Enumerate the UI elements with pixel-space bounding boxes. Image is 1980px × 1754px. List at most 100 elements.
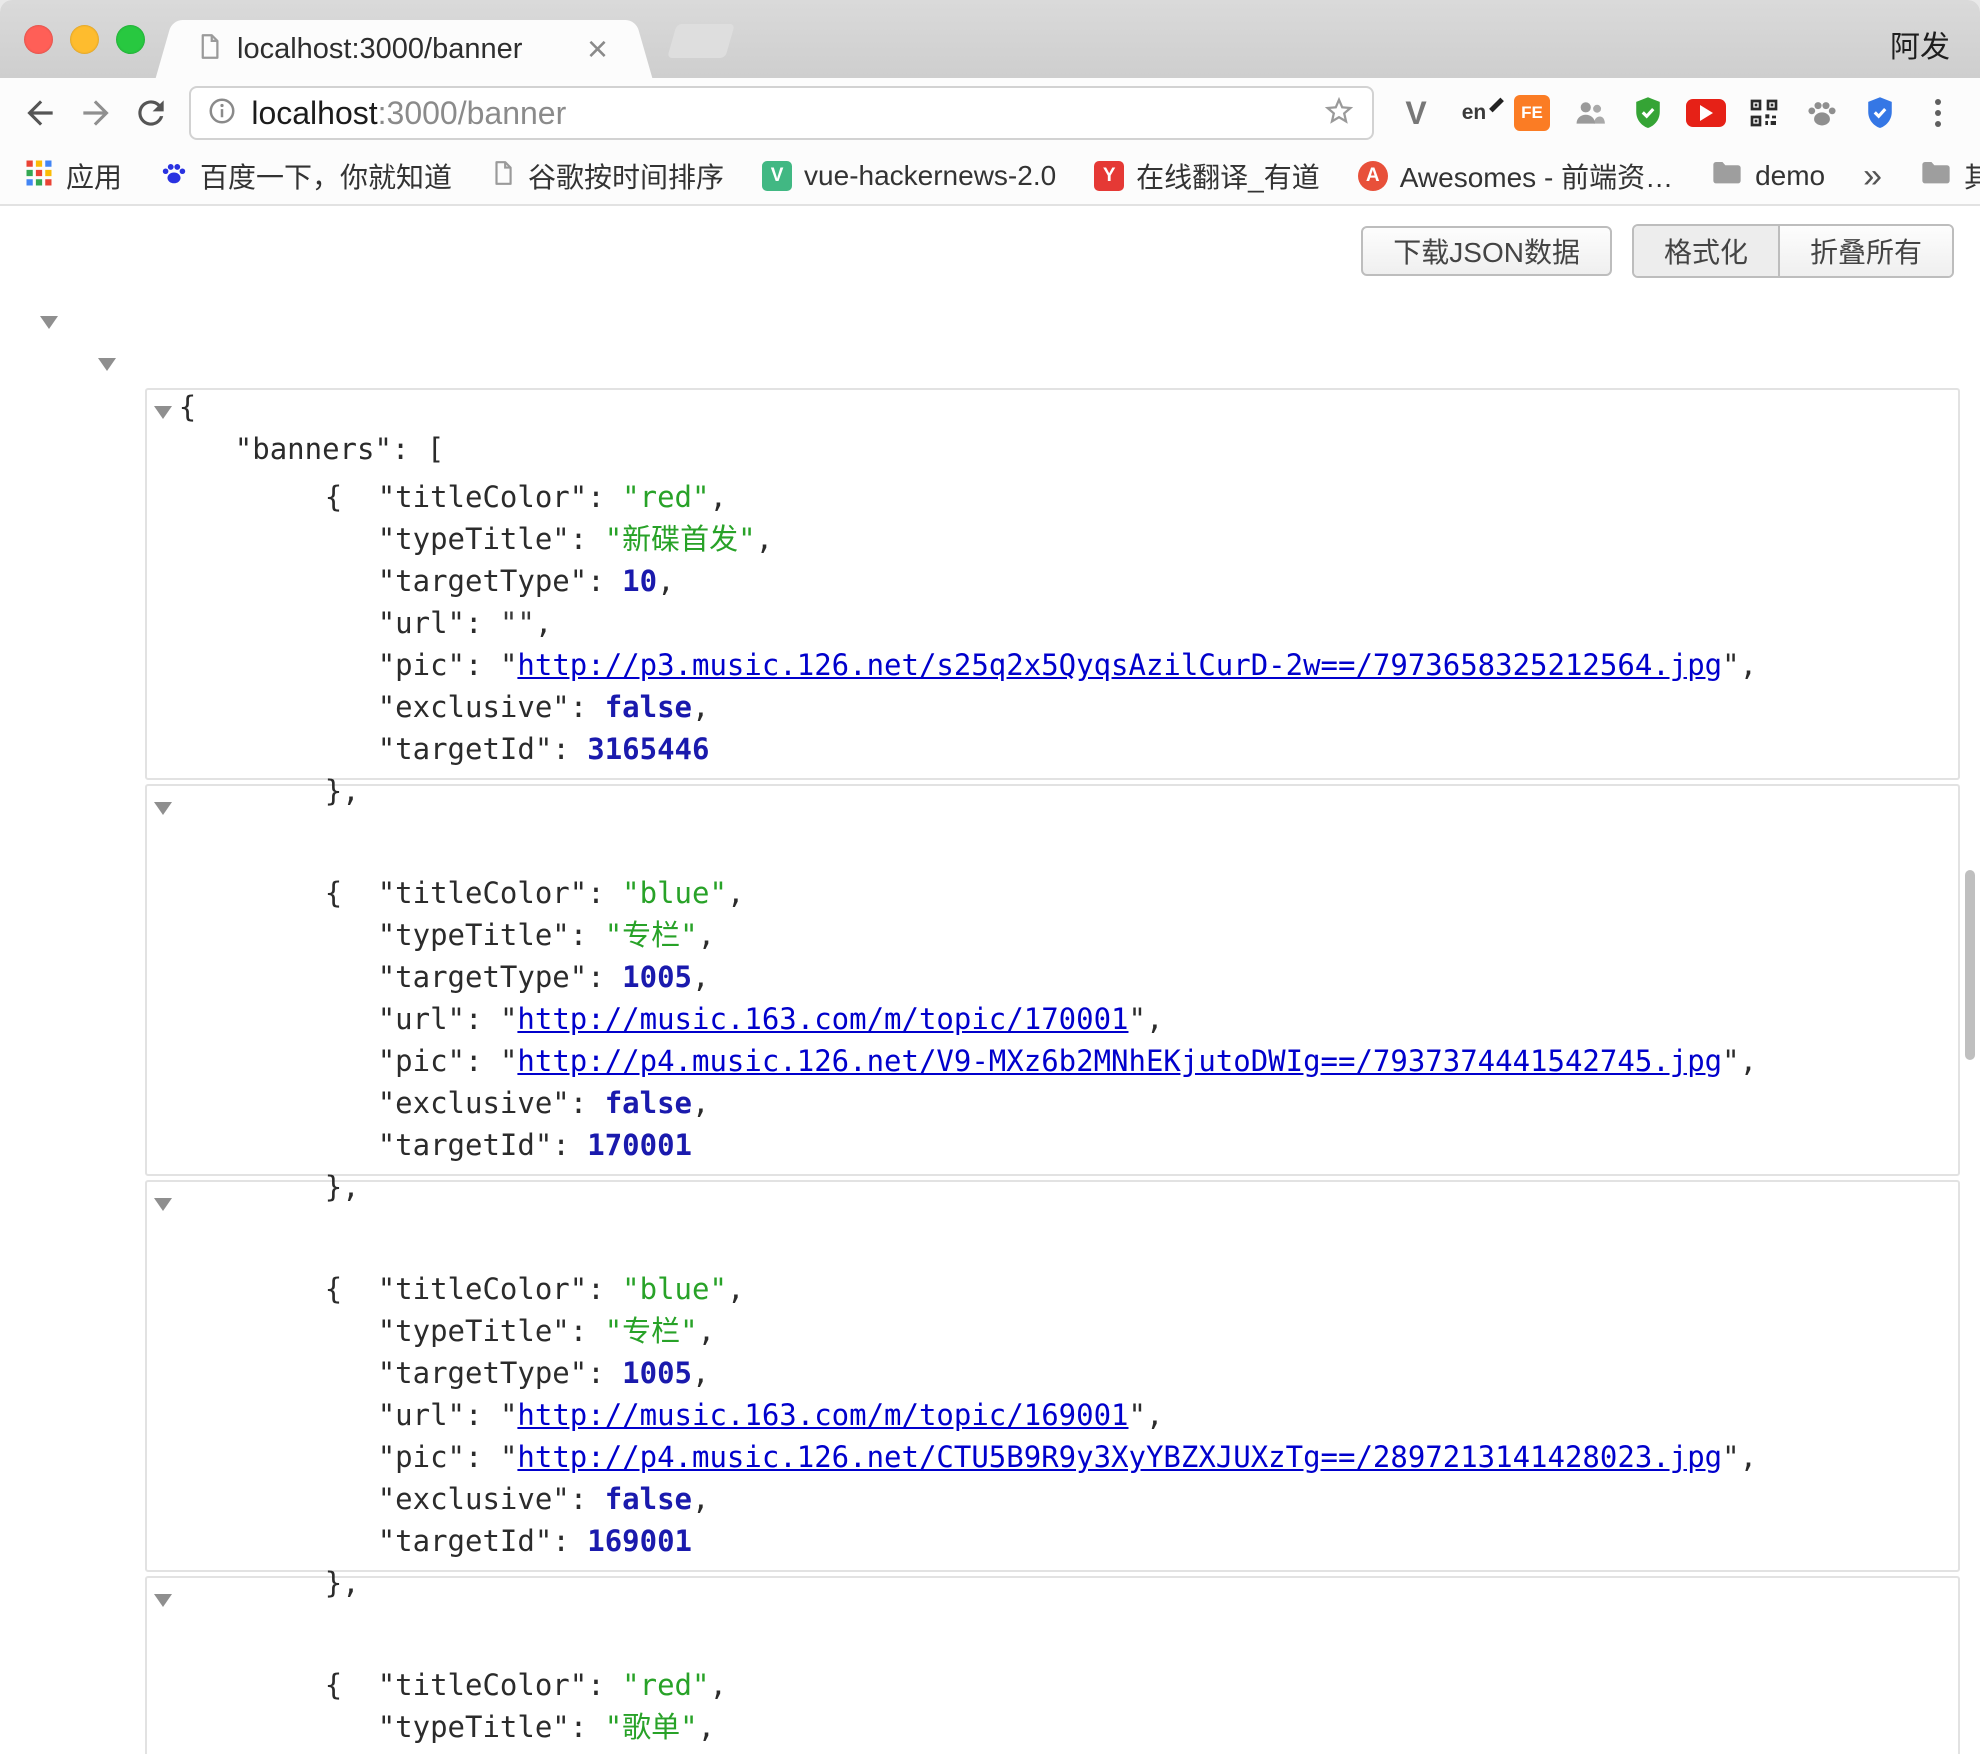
json-property-row: urlhttp://music.163.com/m/topic/170001 [147, 956, 1958, 998]
json-object-box: { titleColorblue typeTitle专栏 targetType1… [145, 1180, 1960, 1572]
json-property-row: targetType10 [147, 518, 1958, 560]
json-object-box: { titleColorblue typeTitle专栏 targetType1… [145, 784, 1960, 1176]
json-object-close-row: }, [147, 1124, 1958, 1166]
collapse-toggle-icon[interactable] [40, 316, 58, 329]
forward-icon[interactable] [72, 89, 120, 137]
json-property-row: pichttp://p4.music.126.net/CTU5B9R9y3XyY… [147, 1394, 1958, 1436]
json-property-row: titleColorred [147, 1622, 1958, 1664]
other-bookmarks-button[interactable]: 其他书签 [1920, 156, 1980, 196]
awesomes-icon: A [1358, 161, 1388, 191]
bookmark-awesomes[interactable]: A Awesomes - 前端资… [1358, 156, 1673, 196]
people-icon[interactable] [1564, 87, 1616, 139]
json-property-row: exclusivefalse [147, 1040, 1958, 1082]
qrcode-icon[interactable] [1738, 87, 1790, 139]
reload-icon[interactable] [128, 89, 176, 137]
fehelper-icon[interactable]: FE [1506, 87, 1558, 139]
apps-grid-icon [24, 158, 54, 195]
bookmark-apps[interactable]: 应用 [24, 156, 122, 196]
close-tab-icon[interactable]: × [583, 31, 612, 67]
json-property-row: urlhttp://music.163.com/m/topic/169001 [147, 1352, 1958, 1394]
json-banners-row: banners[ [0, 344, 1980, 386]
vimium-icon[interactable]: V [1390, 87, 1442, 139]
json-property-row: targetId169001 [147, 1478, 1958, 1520]
new-tab-button[interactable] [667, 24, 735, 58]
baidu-paw-icon [160, 159, 188, 194]
paw-icon[interactable] [1796, 87, 1848, 139]
json-property-row: pichttp://p4.music.126.net/V9-MXz6b2MNhE… [147, 998, 1958, 1040]
translate-icon[interactable]: en [1448, 87, 1500, 139]
browser-tab[interactable]: localhost:3000/banner × [178, 20, 630, 78]
bookmark-google-sort[interactable]: 谷歌按时间排序 [490, 156, 724, 196]
json-property-row: typeTitle歌单 [147, 1664, 1958, 1706]
page-info-icon[interactable] [207, 96, 237, 131]
scrollbar-thumb[interactable] [1965, 870, 1975, 1060]
json-object-open-row: { [147, 392, 1958, 434]
bookmark-demo-folder[interactable]: demo [1711, 160, 1825, 193]
collapse-toggle-icon[interactable] [154, 802, 172, 815]
collapse-toggle-icon[interactable] [154, 406, 172, 419]
bookmarks-overflow-chevron[interactable]: » [1863, 157, 1882, 196]
folder-icon [1711, 160, 1743, 193]
tab-title: localhost:3000/banner [237, 33, 569, 66]
youdao-icon: Y [1094, 161, 1124, 191]
json-property-row: targetId3165446 [147, 686, 1958, 728]
json-property-row: pichttp://p3.music.126.net/s25q2x5QyqsAz… [147, 602, 1958, 644]
json-property-row: titleColorred [147, 434, 1958, 476]
json-tree: { banners[ { titleColorred typeTitle新碟首发… [0, 302, 1980, 1754]
page-icon [490, 160, 516, 193]
bookmark-youdao[interactable]: Y 在线翻译_有道 [1094, 156, 1320, 196]
profile-name[interactable]: 阿发 [1890, 22, 1950, 66]
navigation-bar: localhost:3000/banner V en FE [0, 78, 1980, 148]
collapse-toggle-icon[interactable] [154, 1594, 172, 1607]
browser-menu-icon[interactable] [1912, 87, 1964, 139]
json-object-box: { titleColorred typeTitle歌单 targetType10… [145, 1576, 1960, 1754]
bookmark-baidu[interactable]: 百度一下，你就知道 [160, 156, 452, 196]
collapse-all-button[interactable]: 折叠所有 [1778, 226, 1952, 276]
json-property-row: exclusivefalse [147, 644, 1958, 686]
json-property-row: url [147, 1748, 1958, 1754]
json-property-row: targetType1005 [147, 1310, 1958, 1352]
json-object-open-row: { [147, 1184, 1958, 1226]
json-property-row: typeTitle新碟首发 [147, 476, 1958, 518]
json-object-open-row: { [147, 788, 1958, 830]
bookmark-vue-hackernews[interactable]: V vue-hackernews-2.0 [762, 160, 1056, 192]
format-button[interactable]: 格式化 [1634, 226, 1778, 276]
json-property-row: titleColorblue [147, 830, 1958, 872]
download-json-button[interactable]: 下载JSON数据 [1361, 226, 1612, 276]
json-property-row: url [147, 560, 1958, 602]
folder-icon [1920, 160, 1952, 193]
window-controls [24, 25, 145, 54]
minimize-window-button[interactable] [70, 25, 99, 54]
security-shield-icon[interactable] [1854, 87, 1906, 139]
json-viewer-toolbar: 下载JSON数据 格式化 折叠所有 [0, 206, 1980, 278]
collapse-toggle-icon[interactable] [154, 1198, 172, 1211]
json-object-open-row: { [147, 1580, 1958, 1622]
close-window-button[interactable] [24, 25, 53, 54]
json-object-close-row: }, [147, 728, 1958, 770]
address-bar[interactable]: localhost:3000/banner [189, 86, 1374, 140]
view-toggle-group: 格式化 折叠所有 [1632, 224, 1954, 278]
back-icon[interactable] [16, 89, 64, 137]
json-object-close-row: }, [147, 1520, 1958, 1562]
title-bar: localhost:3000/banner × 阿发 [0, 0, 1980, 78]
youtube-icon[interactable] [1680, 87, 1732, 139]
json-property-row: typeTitle专栏 [147, 1268, 1958, 1310]
json-property-row: typeTitle专栏 [147, 872, 1958, 914]
json-property-row: titleColorblue [147, 1226, 1958, 1268]
vue-icon: V [762, 161, 792, 191]
json-root-row: { [0, 302, 1980, 344]
collapse-toggle-icon[interactable] [98, 358, 116, 371]
json-object-box: { titleColorred typeTitle新碟首发 targetType… [145, 388, 1960, 780]
bookmarks-bar: 应用 百度一下，你就知道 谷歌按时间排序 V vue-hackernews-2.… [0, 148, 1980, 206]
green-shield-icon[interactable] [1622, 87, 1674, 139]
bookmark-star-icon[interactable] [1322, 94, 1356, 133]
json-property-row: targetId170001 [147, 1082, 1958, 1124]
json-property-row: targetType1000 [147, 1706, 1958, 1748]
url-text[interactable]: localhost:3000/banner [251, 95, 1308, 132]
json-property-row: exclusivefalse [147, 1436, 1958, 1478]
json-property-row: targetType1005 [147, 914, 1958, 956]
extension-icons: V en FE [1390, 87, 1964, 139]
page-favicon-icon [196, 33, 223, 65]
browser-window: localhost:3000/banner × 阿发 localhost:300… [0, 0, 1980, 1754]
zoom-window-button[interactable] [116, 25, 145, 54]
